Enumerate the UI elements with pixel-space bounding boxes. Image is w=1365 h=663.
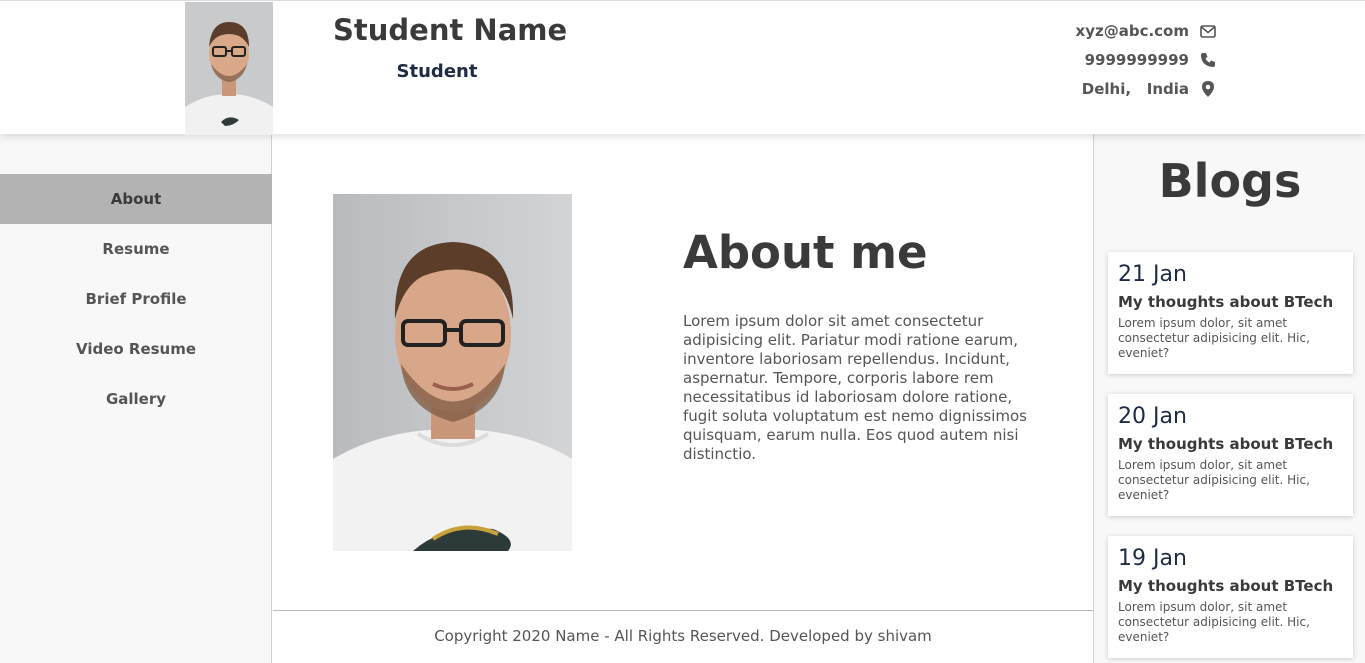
student-name: Student Name [333, 13, 568, 47]
profile-photo-small [185, 2, 273, 135]
blog-card[interactable]: 20 Jan My thoughts about BTech Lorem ips… [1108, 394, 1353, 516]
sidebar-nav: About Resume Brief Profile Video Resume … [0, 174, 272, 424]
contact-location[interactable]: Delhi, India [1082, 80, 1217, 98]
email-text: xyz@abc.com [1075, 22, 1189, 40]
location-text: Delhi, India [1081, 80, 1189, 98]
sidebar-item-resume[interactable]: Resume [0, 224, 272, 274]
contact-email[interactable]: xyz@abc.com [1076, 22, 1217, 40]
about-title: About me [683, 226, 928, 279]
envelope-icon [1199, 24, 1217, 38]
blog-card[interactable]: 19 Jan My thoughts about BTech Lorem ips… [1108, 536, 1353, 658]
blog-date: 21 Jan [1118, 262, 1187, 287]
sidebar-item-brief-profile[interactable]: Brief Profile [0, 274, 272, 324]
blog-text: Lorem ipsum dolor, sit amet consectetur … [1118, 600, 1310, 644]
about-text: Lorem ipsum dolor sit amet consectetur a… [683, 312, 1027, 463]
blog-date: 19 Jan [1118, 546, 1187, 571]
sidebar-item-gallery[interactable]: Gallery [0, 374, 272, 424]
map-marker-icon [1199, 81, 1217, 97]
footer-text: Copyright 2020 Name - All Rights Reserve… [434, 627, 932, 645]
blog-heading: My thoughts about BTech [1118, 293, 1334, 311]
contact-phone[interactable]: 9999999999 [1085, 51, 1217, 69]
profile-photo-large [333, 194, 572, 551]
sidebar-item-about[interactable]: About [0, 174, 272, 224]
blogs-title: Blogs [1158, 154, 1302, 208]
blog-heading: My thoughts about BTech [1118, 435, 1334, 453]
footer: Copyright 2020 Name - All Rights Reserve… [273, 610, 1093, 663]
blog-date: 20 Jan [1118, 404, 1187, 429]
page-header: Student Name Student xyz@abc.com 9999999… [0, 0, 1365, 135]
sidebar-item-video-resume[interactable]: Video Resume [0, 324, 272, 374]
blogs-panel: Blogs 21 Jan My thoughts about BTech Lor… [1093, 134, 1365, 663]
blog-text: Lorem ipsum dolor, sit amet consectetur … [1118, 316, 1310, 360]
main-content: About me Lorem ipsum dolor sit amet cons… [273, 134, 1093, 663]
blog-card[interactable]: 21 Jan My thoughts about BTech Lorem ips… [1108, 252, 1353, 374]
blog-heading: My thoughts about BTech [1118, 577, 1334, 595]
student-role: Student [396, 61, 478, 82]
sidebar: About Resume Brief Profile Video Resume … [0, 134, 272, 663]
phone-icon [1199, 52, 1217, 68]
blog-text: Lorem ipsum dolor, sit amet consectetur … [1118, 458, 1310, 502]
phone-text: 9999999999 [1084, 51, 1189, 69]
